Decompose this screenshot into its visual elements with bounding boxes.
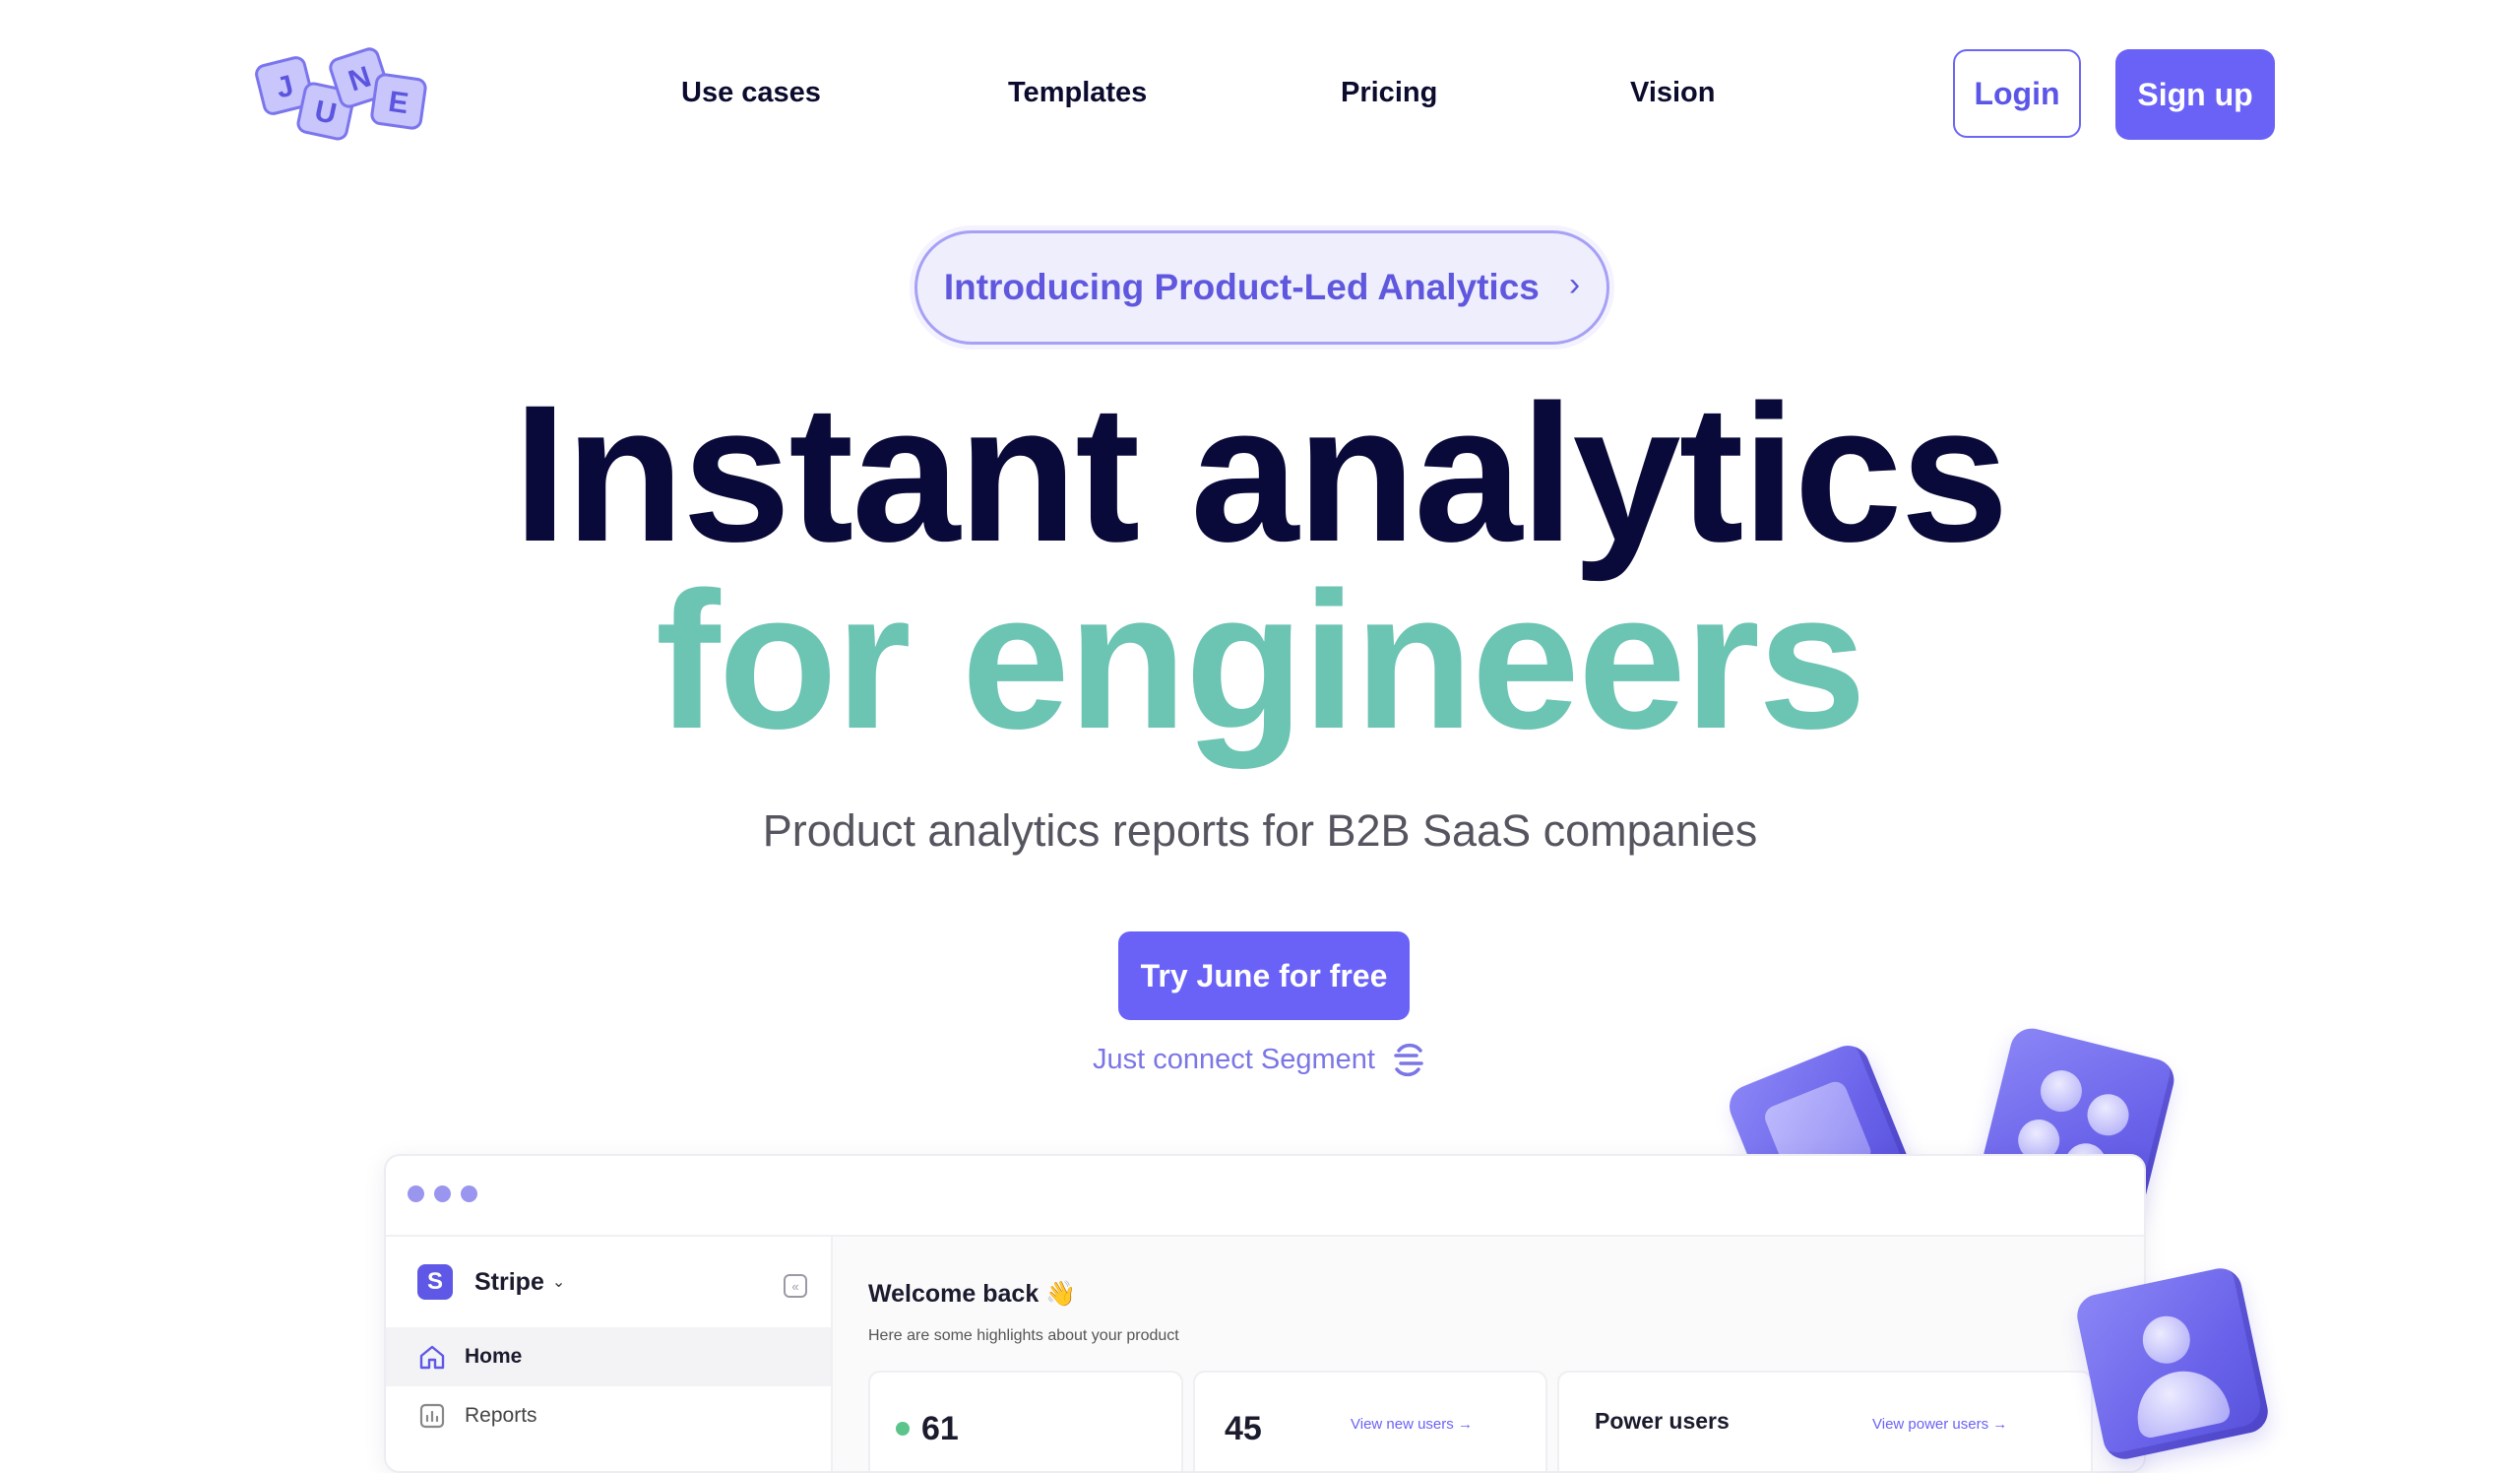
signup-button[interactable]: Sign up (2115, 49, 2275, 140)
collapse-sidebar-icon[interactable]: « (784, 1274, 807, 1298)
workspace-name: Stripe (474, 1267, 544, 1296)
announcement-text: Introducing Product-Led Analytics (943, 267, 1540, 307)
power-users-card[interactable]: Power users View power users → (1557, 1371, 2093, 1471)
active-users-card[interactable]: 61 (868, 1371, 1183, 1471)
new-users-card[interactable]: 45 View new users → (1193, 1371, 1547, 1471)
welcome-title: Welcome back 👋 (868, 1280, 1077, 1308)
workspace-badge: S (417, 1264, 453, 1300)
welcome-subtitle: Here are some highlights about your prod… (868, 1327, 1179, 1344)
chevron-right-icon: › (1568, 265, 1581, 303)
decorative-user-tile-icon (2073, 1264, 2272, 1463)
window-dot-icon (434, 1185, 451, 1202)
nav-vision[interactable]: Vision (1630, 77, 1716, 109)
sidebar-item-reports[interactable]: Reports (386, 1386, 831, 1445)
segment-note-text: Just connect Segment (1093, 1043, 1375, 1075)
nav-use-cases[interactable]: Use cases (681, 77, 821, 109)
app-main: Welcome back 👋 Here are some highlights … (833, 1237, 2144, 1471)
window-dot-icon (408, 1185, 424, 1202)
window-controls (408, 1185, 477, 1202)
nav-pricing[interactable]: Pricing (1341, 77, 1437, 109)
announcement-pill[interactable]: Introducing Product-Led Analytics › (914, 230, 1609, 345)
view-new-users-link[interactable]: View new users → (1351, 1416, 1473, 1433)
sidebar-item-home[interactable]: Home (386, 1327, 831, 1386)
hero-subtitle: Product analytics reports for B2B SaaS c… (762, 805, 1758, 856)
segment-logo-icon (1394, 1043, 1423, 1077)
window-dot-icon (461, 1185, 477, 1202)
sidebar-item-label: Reports (465, 1404, 537, 1427)
view-power-users-link[interactable]: View power users → (1872, 1416, 2007, 1433)
headline-line-2: for engineers (655, 551, 1866, 769)
segment-link[interactable]: Just connect Segment (1093, 1038, 1426, 1081)
app-preview-window: S Stripe ⌄ « Home Reports Welcome back 👋… (384, 1154, 2146, 1473)
workspace-switcher[interactable]: S Stripe ⌄ (417, 1264, 565, 1300)
app-sidebar: S Stripe ⌄ « Home Reports (386, 1237, 833, 1471)
login-button[interactable]: Login (1953, 49, 2081, 138)
reports-icon (419, 1403, 445, 1429)
home-icon (419, 1345, 445, 1370)
card-value: 61 (921, 1410, 959, 1447)
status-dot-icon (896, 1422, 910, 1436)
card-value: 45 (1225, 1410, 1262, 1447)
headline-line-1: Instant analytics (513, 364, 2009, 582)
card-title: Power users (1595, 1408, 1730, 1434)
nav-templates[interactable]: Templates (1008, 77, 1147, 109)
chevron-down-icon: ⌄ (551, 1274, 566, 1291)
try-june-button[interactable]: Try June for free (1118, 931, 1410, 1020)
sidebar-item-label: Home (465, 1345, 523, 1368)
